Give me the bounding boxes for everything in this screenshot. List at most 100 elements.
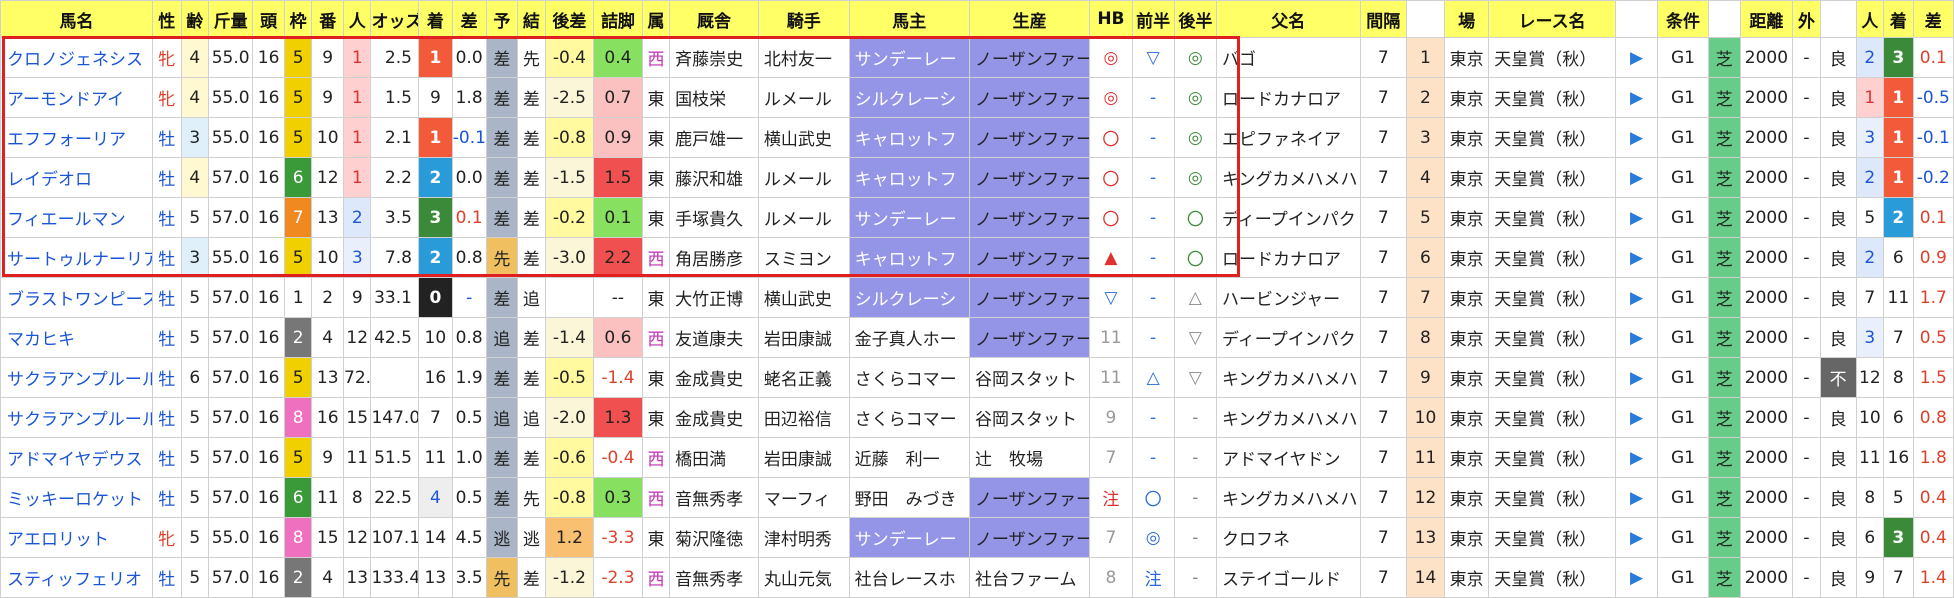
horse-name-link[interactable]: マカヒキ	[0, 317, 154, 358]
column-header[interactable]: 斤量	[207, 0, 254, 38]
play-icon[interactable]: ▶	[1614, 37, 1659, 78]
column-header[interactable]: 人	[343, 0, 372, 38]
column-header[interactable]: 差	[1912, 0, 1954, 38]
play-icon[interactable]: ▶	[1614, 157, 1659, 198]
play-icon[interactable]: ▶	[1614, 117, 1659, 158]
column-header[interactable]: HB	[1089, 0, 1133, 38]
column-header[interactable]: 頭	[252, 0, 285, 38]
horse-name-link[interactable]: クロノジェネシス	[0, 37, 154, 78]
column-header[interactable]: 人	[1855, 0, 1885, 38]
horse-name-link[interactable]: サクラアンプルール	[0, 357, 154, 398]
play-icon[interactable]: ▶	[1614, 317, 1659, 358]
column-header[interactable]	[1819, 0, 1857, 38]
column-header[interactable]	[1707, 0, 1741, 38]
age-cell: 5	[180, 317, 209, 358]
table-row[interactable]: レイデオロ牡 4 57.0 16 6 12 1 2.2 2 0.0 差差 -1.5 1.5 東藤沢和雄 ルメ…	[0, 157, 1954, 198]
column-header[interactable]: レース名	[1488, 0, 1616, 38]
column-header[interactable]: 騎手	[757, 0, 850, 38]
table-row[interactable]: アーモンドアイ牝 4 55.0 16 5 9 1 1.5 9 1.8 差差 -2.5 0.7 東国枝栄 ルメ…	[0, 77, 1954, 118]
trainer-cell: 大竹正博	[669, 277, 759, 318]
sire-cell: ディープインパクト	[1215, 317, 1361, 358]
horse-name-link[interactable]: ブラストワンピース	[0, 277, 154, 318]
race-finish-cell: 16	[1883, 437, 1914, 478]
play-icon[interactable]: ▶	[1614, 357, 1659, 398]
play-icon[interactable]: ▶	[1614, 437, 1659, 478]
column-header[interactable]: 前半	[1131, 0, 1175, 38]
table-row[interactable]: アエロリット牝 5 55.0 16 8 15 12 107.1 14 4.5 逃逃 1.2 -3.3 東菊…	[0, 517, 1954, 558]
play-icon[interactable]: ▶	[1614, 77, 1659, 118]
table-row[interactable]: フィエールマン牡 5 57.0 16 7 13 2 3.5 3 0.1 差差 -0.2 0.1 東手塚貴久…	[0, 197, 1954, 238]
grade-cell: G1	[1657, 317, 1709, 358]
column-header[interactable]: 番	[311, 0, 345, 38]
column-header[interactable]	[1614, 0, 1659, 38]
horse-name-link[interactable]: サートゥルナーリア	[0, 237, 154, 278]
horse-name-link[interactable]: フィエールマン	[0, 197, 154, 238]
affiliation-cell: 東	[641, 197, 671, 238]
column-header[interactable]: 後半	[1173, 0, 1217, 38]
play-icon[interactable]: ▶	[1614, 397, 1659, 438]
column-header[interactable]: 予	[485, 0, 519, 38]
table-row[interactable]: サートゥルナーリア牡 3 55.0 16 5 10 3 7.8 2 0.8 先差 -3.0 2.2 西角居…	[0, 237, 1954, 278]
horse-name-link[interactable]: レイデオロ	[0, 157, 154, 198]
column-header[interactable]: 詰脚	[593, 0, 643, 38]
track-cell: 東京	[1443, 157, 1490, 198]
age-cell: 4	[180, 77, 209, 118]
column-header[interactable]: 距離	[1739, 0, 1794, 38]
race-name-cell: 天皇賞（秋）	[1488, 77, 1616, 118]
column-header[interactable]: 厩舎	[669, 0, 759, 38]
distance-cell: 2000	[1739, 197, 1794, 238]
closing-cell: 0.6	[593, 317, 643, 358]
column-header[interactable]: 馬主	[848, 0, 970, 38]
table-row[interactable]: サクラアンプルール牡657.01651372.9161.9差差-0.5-1.4東…	[0, 357, 1954, 398]
column-header[interactable]: 着	[1883, 0, 1914, 38]
table-row[interactable]: ブラストワンピース牡 5 57.0 16 1 2 9 33.1 0- 差追 -- 東大竹正博 横山武史シ…	[0, 277, 1954, 318]
table-row[interactable]: アドマイヤデウス牡 5 57.0 16 5 9 11 51.5 11 1.0 差差 -0.6 -0.4 西…	[0, 437, 1954, 478]
first-half-mark-cell: 〇	[1131, 477, 1175, 518]
column-header[interactable]: 後差	[544, 0, 595, 38]
prediction-cell: 差	[485, 37, 519, 78]
interval-cell: 7	[1359, 317, 1407, 358]
play-icon[interactable]: ▶	[1614, 197, 1659, 238]
horse-name-link[interactable]: サクラアンプルール	[0, 397, 154, 438]
column-header[interactable]: 結	[517, 0, 546, 38]
play-icon[interactable]: ▶	[1614, 477, 1659, 518]
popularity-cell: 8	[343, 477, 372, 518]
horse-name-link[interactable]: エフフォーリア	[0, 117, 154, 158]
play-icon[interactable]: ▶	[1614, 237, 1659, 278]
horse-name-link[interactable]: ミッキーロケット	[0, 477, 154, 518]
column-header[interactable]: 間隔	[1359, 0, 1407, 38]
column-header[interactable]: 外	[1792, 0, 1821, 38]
play-icon[interactable]: ▶	[1614, 277, 1659, 318]
column-header[interactable]: 馬名	[0, 0, 154, 38]
column-header[interactable]	[1405, 0, 1445, 38]
gate-cell: 5	[283, 77, 313, 118]
track-cell: 東京	[1443, 477, 1490, 518]
sex-cell: 牡	[152, 117, 182, 158]
column-header[interactable]: 性	[152, 0, 182, 38]
table-row[interactable]: マカヒキ牡 5 57.0 16 2 4 12 42.5 10 0.8 追差 -1.4 0.6 西友道康夫岩…	[0, 317, 1954, 358]
field-size-cell: 16	[252, 477, 285, 518]
table-row[interactable]: サクラアンプルール牡 5 57.0 16 8 16 15 147.0 7 0.5 追追 -2.0 1.3…	[0, 397, 1954, 438]
table-row[interactable]: クロノジェネシス牝 4 55.0 16 5 9 1 2.5 1 0.0 差先 -0.4 0.4 西斉藤崇史…	[0, 37, 1954, 78]
column-header[interactable]: 条件	[1657, 0, 1709, 38]
column-header[interactable]: 場	[1443, 0, 1490, 38]
play-icon[interactable]: ▶	[1614, 517, 1659, 558]
column-header[interactable]: 差	[451, 0, 487, 38]
column-header[interactable]: 枠	[283, 0, 313, 38]
table-row[interactable]: ミッキーロケット牡 5 57.0 16 6 11 8 22.5 4 0.5 差先 -0.8 0.3 西音無…	[0, 477, 1954, 518]
closing-cell: --	[593, 277, 643, 318]
breeder-cell: ノーザンファーム	[968, 317, 1091, 358]
column-header[interactable]: 属	[641, 0, 671, 38]
outer-cell: -	[1792, 277, 1821, 318]
column-header[interactable]: 着	[417, 0, 453, 38]
table-row[interactable]: エフフォーリア牡 3 55.0 16 5 10 1 2.1 1 -0.1 差差 -0.8 0.9 東鹿戸雄…	[0, 117, 1954, 158]
horse-name-link[interactable]: アドマイヤデウス	[0, 437, 154, 478]
horse-name-link[interactable]: アーモンドアイ	[0, 77, 154, 118]
outer-cell: -	[1792, 357, 1821, 398]
column-header[interactable]: 父名	[1215, 0, 1361, 38]
column-header[interactable]: 齢	[180, 0, 209, 38]
horse-name-link[interactable]: アエロリット	[0, 517, 154, 558]
column-header[interactable]: オッズ	[370, 0, 419, 38]
column-header[interactable]: 生産	[968, 0, 1091, 38]
hb-mark-cell: 〇	[1089, 157, 1133, 198]
